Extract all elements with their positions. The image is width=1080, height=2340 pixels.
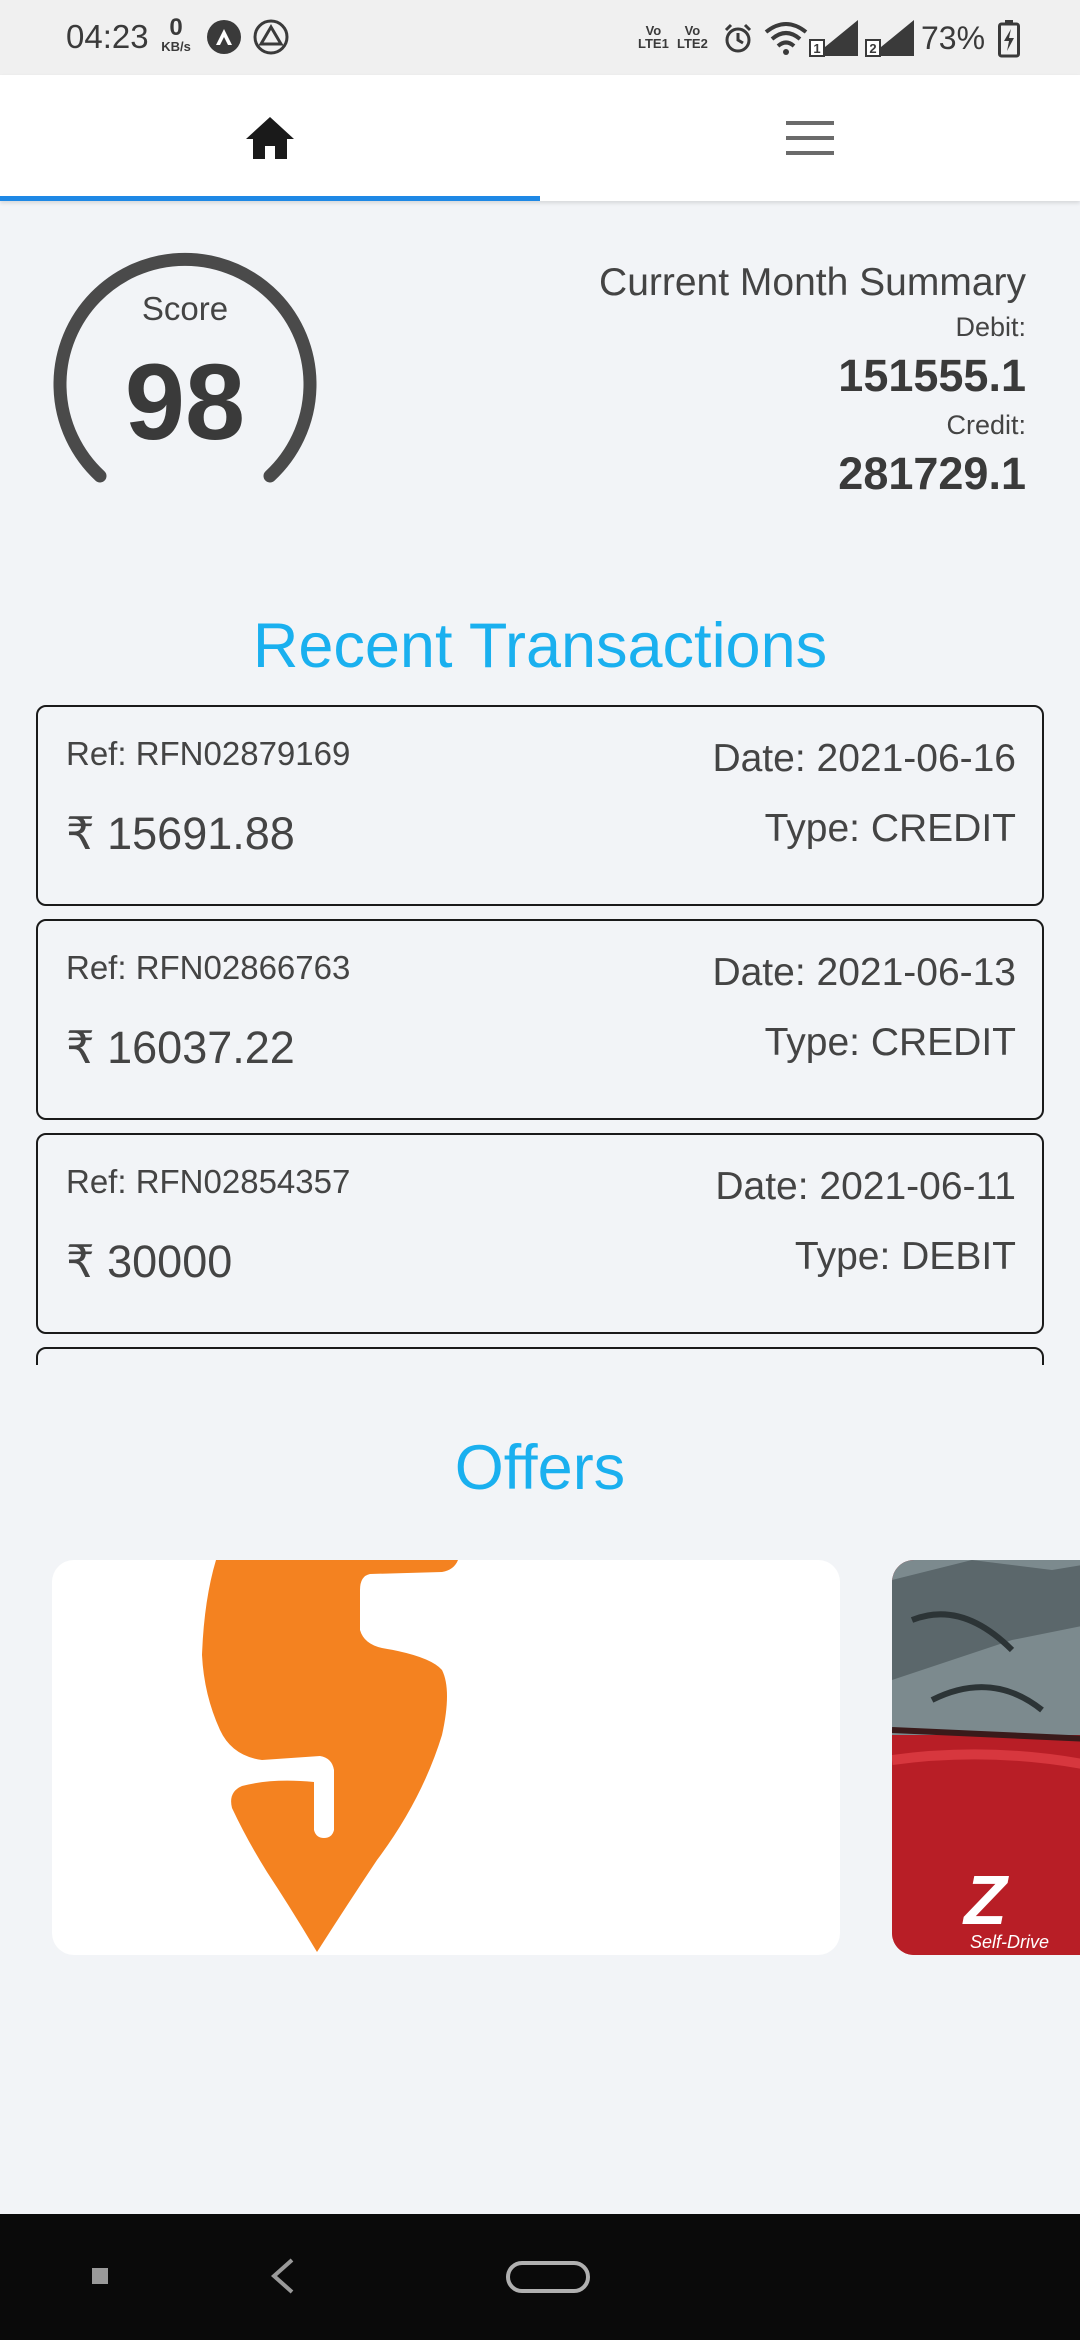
home-icon bbox=[246, 117, 294, 159]
system-navigation-bar bbox=[0, 2214, 1080, 2340]
transaction-ref: Ref: RFN02866763 bbox=[66, 949, 351, 986]
volte1-label: Vo LTE1 bbox=[638, 23, 669, 51]
tab-home[interactable] bbox=[0, 75, 540, 201]
wifi-icon bbox=[764, 22, 808, 55]
debit-value: 151555.1 bbox=[838, 350, 1026, 401]
transaction-amount: ₹ 30000 bbox=[66, 1236, 233, 1287]
credit-value: 281729.1 bbox=[838, 448, 1026, 499]
recent-transactions-heading: Recent Transactions bbox=[252, 611, 828, 681]
volte2-label: Vo LTE2 bbox=[677, 23, 708, 51]
offers-carousel[interactable]: Z Self-Drive bbox=[0, 1560, 1080, 1955]
status-bar: 04:23 0 KB/s Vo LTE1 Vo LTE2 1 2 73% bbox=[0, 0, 1080, 75]
svg-text:2: 2 bbox=[869, 41, 876, 56]
transaction-date: Date: 2021-06-11 bbox=[715, 1165, 1016, 1208]
home-button-icon[interactable] bbox=[505, 2260, 591, 2294]
offer-card-swiggy[interactable] bbox=[52, 1560, 840, 1955]
menu-icon bbox=[786, 121, 834, 155]
svg-text:1: 1 bbox=[813, 41, 820, 56]
month-summary: Current Month Summary Debit: 151555.1 Cr… bbox=[599, 258, 1026, 504]
battery-percentage: 73% bbox=[921, 20, 986, 56]
net-speed-unit: KB/s bbox=[161, 39, 191, 54]
top-navigation bbox=[0, 75, 1080, 201]
battery-charging-icon bbox=[998, 20, 1020, 58]
active-tab-indicator bbox=[0, 196, 540, 201]
transaction-card[interactable]: Ref: RFN02854357 ₹ 30000 Date: 2021-06-1… bbox=[36, 1133, 1044, 1334]
transaction-type: Type: CREDIT bbox=[764, 1021, 1016, 1064]
score-label: Score bbox=[141, 290, 229, 327]
transaction-type: Type: DEBIT bbox=[794, 1235, 1016, 1278]
transactions-list[interactable]: Ref: RFN02879169 ₹ 15691.88 Date: 2021-0… bbox=[36, 705, 1044, 1365]
recents-button-icon[interactable] bbox=[90, 2266, 110, 2286]
transaction-amount: ₹ 15691.88 bbox=[66, 808, 295, 859]
credit-label: Credit: bbox=[946, 410, 1026, 440]
transaction-card[interactable]: Ref: RFN02866763 ₹ 16037.22 Date: 2021-0… bbox=[36, 919, 1044, 1120]
tab-menu[interactable] bbox=[540, 75, 1080, 201]
app-notification-icon bbox=[207, 20, 241, 54]
signal-sim1-icon: 1 bbox=[809, 20, 858, 57]
transaction-date: Date: 2021-06-16 bbox=[712, 737, 1016, 780]
score-value: 98 bbox=[124, 341, 246, 462]
transaction-date: Date: 2021-06-13 bbox=[712, 951, 1016, 994]
transaction-ref: Ref: RFN02854357 bbox=[66, 1163, 351, 1200]
summary-title: Current Month Summary bbox=[599, 261, 1026, 304]
transaction-card-partial[interactable] bbox=[36, 1347, 1044, 1365]
offer-card-zoomcar[interactable]: Z Self-Drive bbox=[892, 1560, 1080, 1955]
swiggy-logo bbox=[202, 1560, 458, 1952]
transaction-type: Type: CREDIT bbox=[764, 807, 1016, 850]
zoomcar-subtext: Self-Drive bbox=[970, 1932, 1050, 1952]
alarm-icon bbox=[724, 23, 752, 53]
transaction-card[interactable]: Ref: RFN02879169 ₹ 15691.88 Date: 2021-0… bbox=[36, 705, 1044, 906]
app-screen: 04:23 0 KB/s Vo LTE1 Vo LTE2 1 2 73% Sco… bbox=[0, 0, 1080, 2340]
score-gauge: Score 98 bbox=[45, 248, 325, 488]
debit-label: Debit: bbox=[955, 312, 1026, 342]
drive-icon bbox=[253, 19, 289, 55]
transaction-ref: Ref: RFN02879169 bbox=[66, 735, 351, 772]
net-speed: 0 KB/s bbox=[156, 14, 196, 54]
zoomcar-logo-text: Z bbox=[964, 1861, 1007, 1939]
signal-sim2-icon: 2 bbox=[865, 20, 914, 57]
back-button-icon[interactable] bbox=[266, 2256, 298, 2296]
status-time: 04:23 bbox=[66, 18, 149, 55]
net-speed-value: 0 bbox=[169, 14, 183, 41]
offers-heading: Offers bbox=[454, 1433, 626, 1503]
transaction-amount: ₹ 16037.22 bbox=[66, 1022, 295, 1073]
